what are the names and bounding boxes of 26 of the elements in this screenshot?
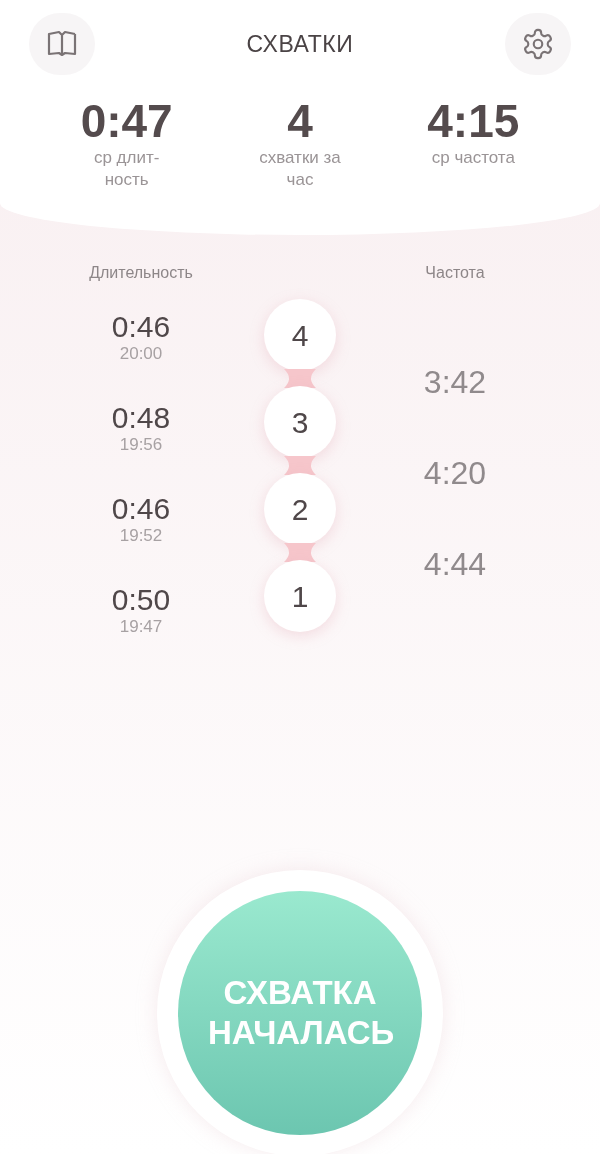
start-time: 19:56 xyxy=(119,434,163,455)
duration-value: 0:48 xyxy=(111,400,171,435)
frequency-value: 4:44 xyxy=(423,545,487,584)
stat-label: ср длит-ность xyxy=(92,147,161,191)
contraction-number[interactable]: 1 xyxy=(264,560,336,632)
stat-label: ср частота xyxy=(430,147,516,169)
stat-label: схватки за час xyxy=(258,147,342,191)
book-icon xyxy=(46,30,78,58)
duration-value: 0:46 xyxy=(111,491,171,526)
contraction-number[interactable]: 2 xyxy=(264,473,336,545)
contraction-number[interactable]: 3 xyxy=(264,386,336,458)
stat-value: 4 xyxy=(287,95,313,147)
settings-icon xyxy=(521,27,555,61)
duration-value: 0:50 xyxy=(111,582,171,617)
frequency-value: 3:42 xyxy=(423,363,487,402)
column-header: Частота xyxy=(425,263,485,283)
column-header: Длительность xyxy=(89,263,193,283)
screen-title: СХВАТКИ xyxy=(246,29,354,59)
stat-value: 4:15 xyxy=(427,95,520,147)
start-time: 20:00 xyxy=(119,343,163,364)
start-time: 19:52 xyxy=(119,525,163,546)
frequency-value: 4:20 xyxy=(423,454,487,493)
contraction-number[interactable]: 4 xyxy=(264,299,336,371)
stat-value: 0:47 xyxy=(80,95,173,147)
duration-value: 0:46 xyxy=(111,309,171,344)
start-time: 19:47 xyxy=(119,616,163,637)
